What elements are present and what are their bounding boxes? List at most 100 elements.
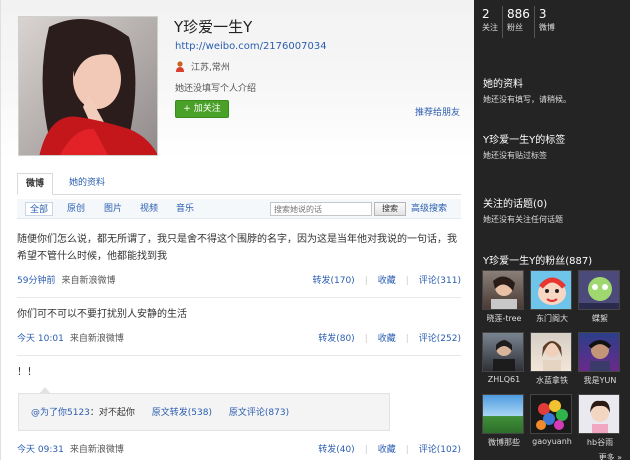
stats-bar: 2 关注 886 粉丝 3 微博: [482, 6, 563, 38]
fan-item[interactable]: 蝶絮: [578, 270, 622, 324]
filter-music[interactable]: 音乐: [172, 202, 198, 216]
fan-avatar: [578, 332, 620, 372]
post-text: 随便你们怎么说，都无所谓了，我只是舍不得这个围脖的名字，因为这是当年他对我说的一…: [17, 234, 457, 262]
fan-avatar: [482, 270, 524, 310]
profile-location: 江苏,常州: [175, 60, 230, 73]
fan-item[interactable]: 水蓝拿铁: [530, 332, 574, 386]
recommend-to-friend-link[interactable]: 推荐给朋友: [415, 105, 460, 118]
fan-item[interactable]: 微博那些: [482, 394, 526, 448]
filter-images[interactable]: 图片: [100, 202, 126, 216]
fan-name: 我是YUN: [583, 376, 617, 385]
filter-original[interactable]: 原创: [63, 202, 89, 216]
filter-all[interactable]: 全部: [25, 202, 54, 216]
fan-item[interactable]: 晓莲-tree: [482, 270, 526, 324]
fan-name: ZHLQ61: [487, 375, 521, 384]
post-meta: 今天 09:31 来自新浪微博 转发(40) | 收藏 | 评论(102): [17, 443, 461, 457]
repost-link[interactable]: 转发(80): [318, 334, 354, 344]
stat-followers[interactable]: 886 粉丝: [507, 6, 535, 38]
comment-link[interactable]: 评论(252): [419, 334, 461, 344]
original-comment-link[interactable]: 原文评论(873): [229, 408, 289, 418]
tags-empty: 她还没有贴过标签: [483, 151, 547, 160]
fan-avatar: [578, 270, 620, 310]
quote-arrow: [39, 387, 51, 394]
original-repost-link[interactable]: 原文转发(538): [152, 408, 212, 418]
profile-header: Y珍爱一生Y http://weibo.com/2176007034 江苏,常州…: [1, 0, 475, 160]
repost-link[interactable]: 转发(40): [318, 445, 354, 455]
stat-label: 微博: [538, 23, 555, 32]
profile-nickname: Y珍爱一生Y: [174, 18, 253, 36]
sidebar: 2 关注 886 粉丝 3 微博 她的资料 她还没有填写，请稍候。 Y珍爱一生Y…: [474, 0, 630, 460]
quote-author-link[interactable]: @为了你5123: [31, 408, 90, 418]
filter-bar: 全部 原创 图片 视频 音乐 搜索 高级搜索: [17, 199, 461, 219]
advanced-search-link[interactable]: 高级搜索: [411, 202, 447, 216]
stat-posts[interactable]: 3 微博: [539, 6, 559, 38]
comment-link[interactable]: 评论(102): [419, 445, 461, 455]
stat-label: 粉丝: [507, 23, 523, 32]
post-source: 来自新浪微博: [69, 445, 124, 455]
profile-url-link[interactable]: http://weibo.com/2176007034: [175, 41, 327, 52]
post-text: ！！: [17, 367, 37, 378]
favorite-link[interactable]: 收藏: [378, 276, 396, 286]
tab-weibo[interactable]: 微博: [17, 173, 54, 195]
stat-number: 886: [507, 7, 530, 21]
fan-item[interactable]: hb谷雨: [578, 394, 622, 448]
topics-title[interactable]: 关注的话题(0): [483, 195, 547, 210]
fan-item[interactable]: gaoyuanh: [530, 394, 574, 446]
fan-name: 蝶絮: [592, 314, 608, 323]
quote-body: ：对不起你: [89, 408, 135, 418]
post-actions: 转发(80) | 收藏 | 评论(252): [318, 334, 461, 344]
post-time-link[interactable]: 今天 10:01: [17, 334, 64, 344]
fans-title[interactable]: Y珍爱一生Y的粉丝(887): [483, 252, 592, 267]
stat-number: 3: [538, 7, 547, 21]
location-text: 江苏,常州: [191, 63, 230, 73]
profile-tabs: 微博 她的资料: [17, 173, 461, 195]
fan-item[interactable]: 我是YUN: [578, 332, 622, 386]
fan-item[interactable]: ZHLQ61: [482, 332, 526, 384]
fan-name: gaoyuanh: [532, 437, 572, 446]
stat-following[interactable]: 2 关注: [482, 6, 503, 38]
post-time-link[interactable]: 今天 09:31: [17, 445, 64, 455]
post-meta: 今天 10:01 来自新浪微博 转发(80) | 收藏 | 评论(252): [17, 332, 461, 346]
comment-link[interactable]: 评论(311): [419, 276, 461, 286]
post-time-link[interactable]: 59分钟前: [17, 276, 55, 286]
favorite-link[interactable]: 收藏: [378, 445, 396, 455]
divider: [17, 355, 461, 356]
tab-her-profile[interactable]: 她的资料: [61, 173, 113, 195]
quote-content: @为了你5123：对不起你 原文转发(538) 原文评论(873): [31, 405, 289, 418]
tags-title[interactable]: Y珍爱一生Y的标签: [483, 131, 565, 146]
fan-name: 微博那些: [488, 438, 520, 447]
follow-button[interactable]: + 加关注: [175, 100, 229, 118]
stat-label: 关注: [482, 23, 498, 32]
post-source: 来自新浪微博: [69, 334, 124, 344]
post-source: 来自新浪微博: [61, 276, 116, 286]
filter-videos[interactable]: 视频: [136, 202, 162, 216]
fan-avatar: [530, 394, 572, 434]
repost-link[interactable]: 转发(170): [312, 276, 354, 286]
post-meta: 59分钟前 来自新浪微博 转发(170) | 收藏 | 评论(311): [17, 274, 461, 288]
more-fans-link[interactable]: 更多 »: [599, 452, 622, 460]
her-profile-title[interactable]: 她的资料: [483, 75, 523, 90]
female-user-icon: [176, 61, 184, 72]
main-column: Y珍爱一生Y http://weibo.com/2176007034 江苏,常州…: [0, 0, 475, 460]
fan-name: 晓莲-tree: [486, 314, 522, 323]
quoted-post: @为了你5123：对不起你 原文转发(538) 原文评论(873): [18, 387, 390, 431]
fan-avatar: [578, 394, 620, 434]
her-profile-empty: 她还没有填写，请稍候。: [483, 95, 571, 104]
search-input[interactable]: [270, 202, 372, 216]
fan-avatar: [482, 332, 524, 372]
fan-avatar: [530, 270, 572, 310]
fan-name: hb谷雨: [586, 438, 614, 447]
divider: [17, 297, 461, 298]
fan-avatar: [482, 394, 524, 434]
topics-empty: 她还没有关注任何话题: [483, 215, 563, 224]
fan-item[interactable]: 东门阁大: [530, 270, 574, 324]
search-button[interactable]: 搜索: [374, 202, 406, 216]
fan-name: 东门阁大: [536, 314, 568, 323]
stat-number: 2: [482, 7, 490, 21]
favorite-link[interactable]: 收藏: [378, 334, 396, 344]
fan-avatar: [530, 332, 572, 372]
profile-avatar[interactable]: [18, 16, 158, 156]
fan-name: 水蓝拿铁: [536, 376, 568, 385]
post-text: 你们可不可以不要打扰别人安静的生活: [17, 309, 187, 320]
post-actions: 转发(170) | 收藏 | 评论(311): [312, 276, 461, 286]
